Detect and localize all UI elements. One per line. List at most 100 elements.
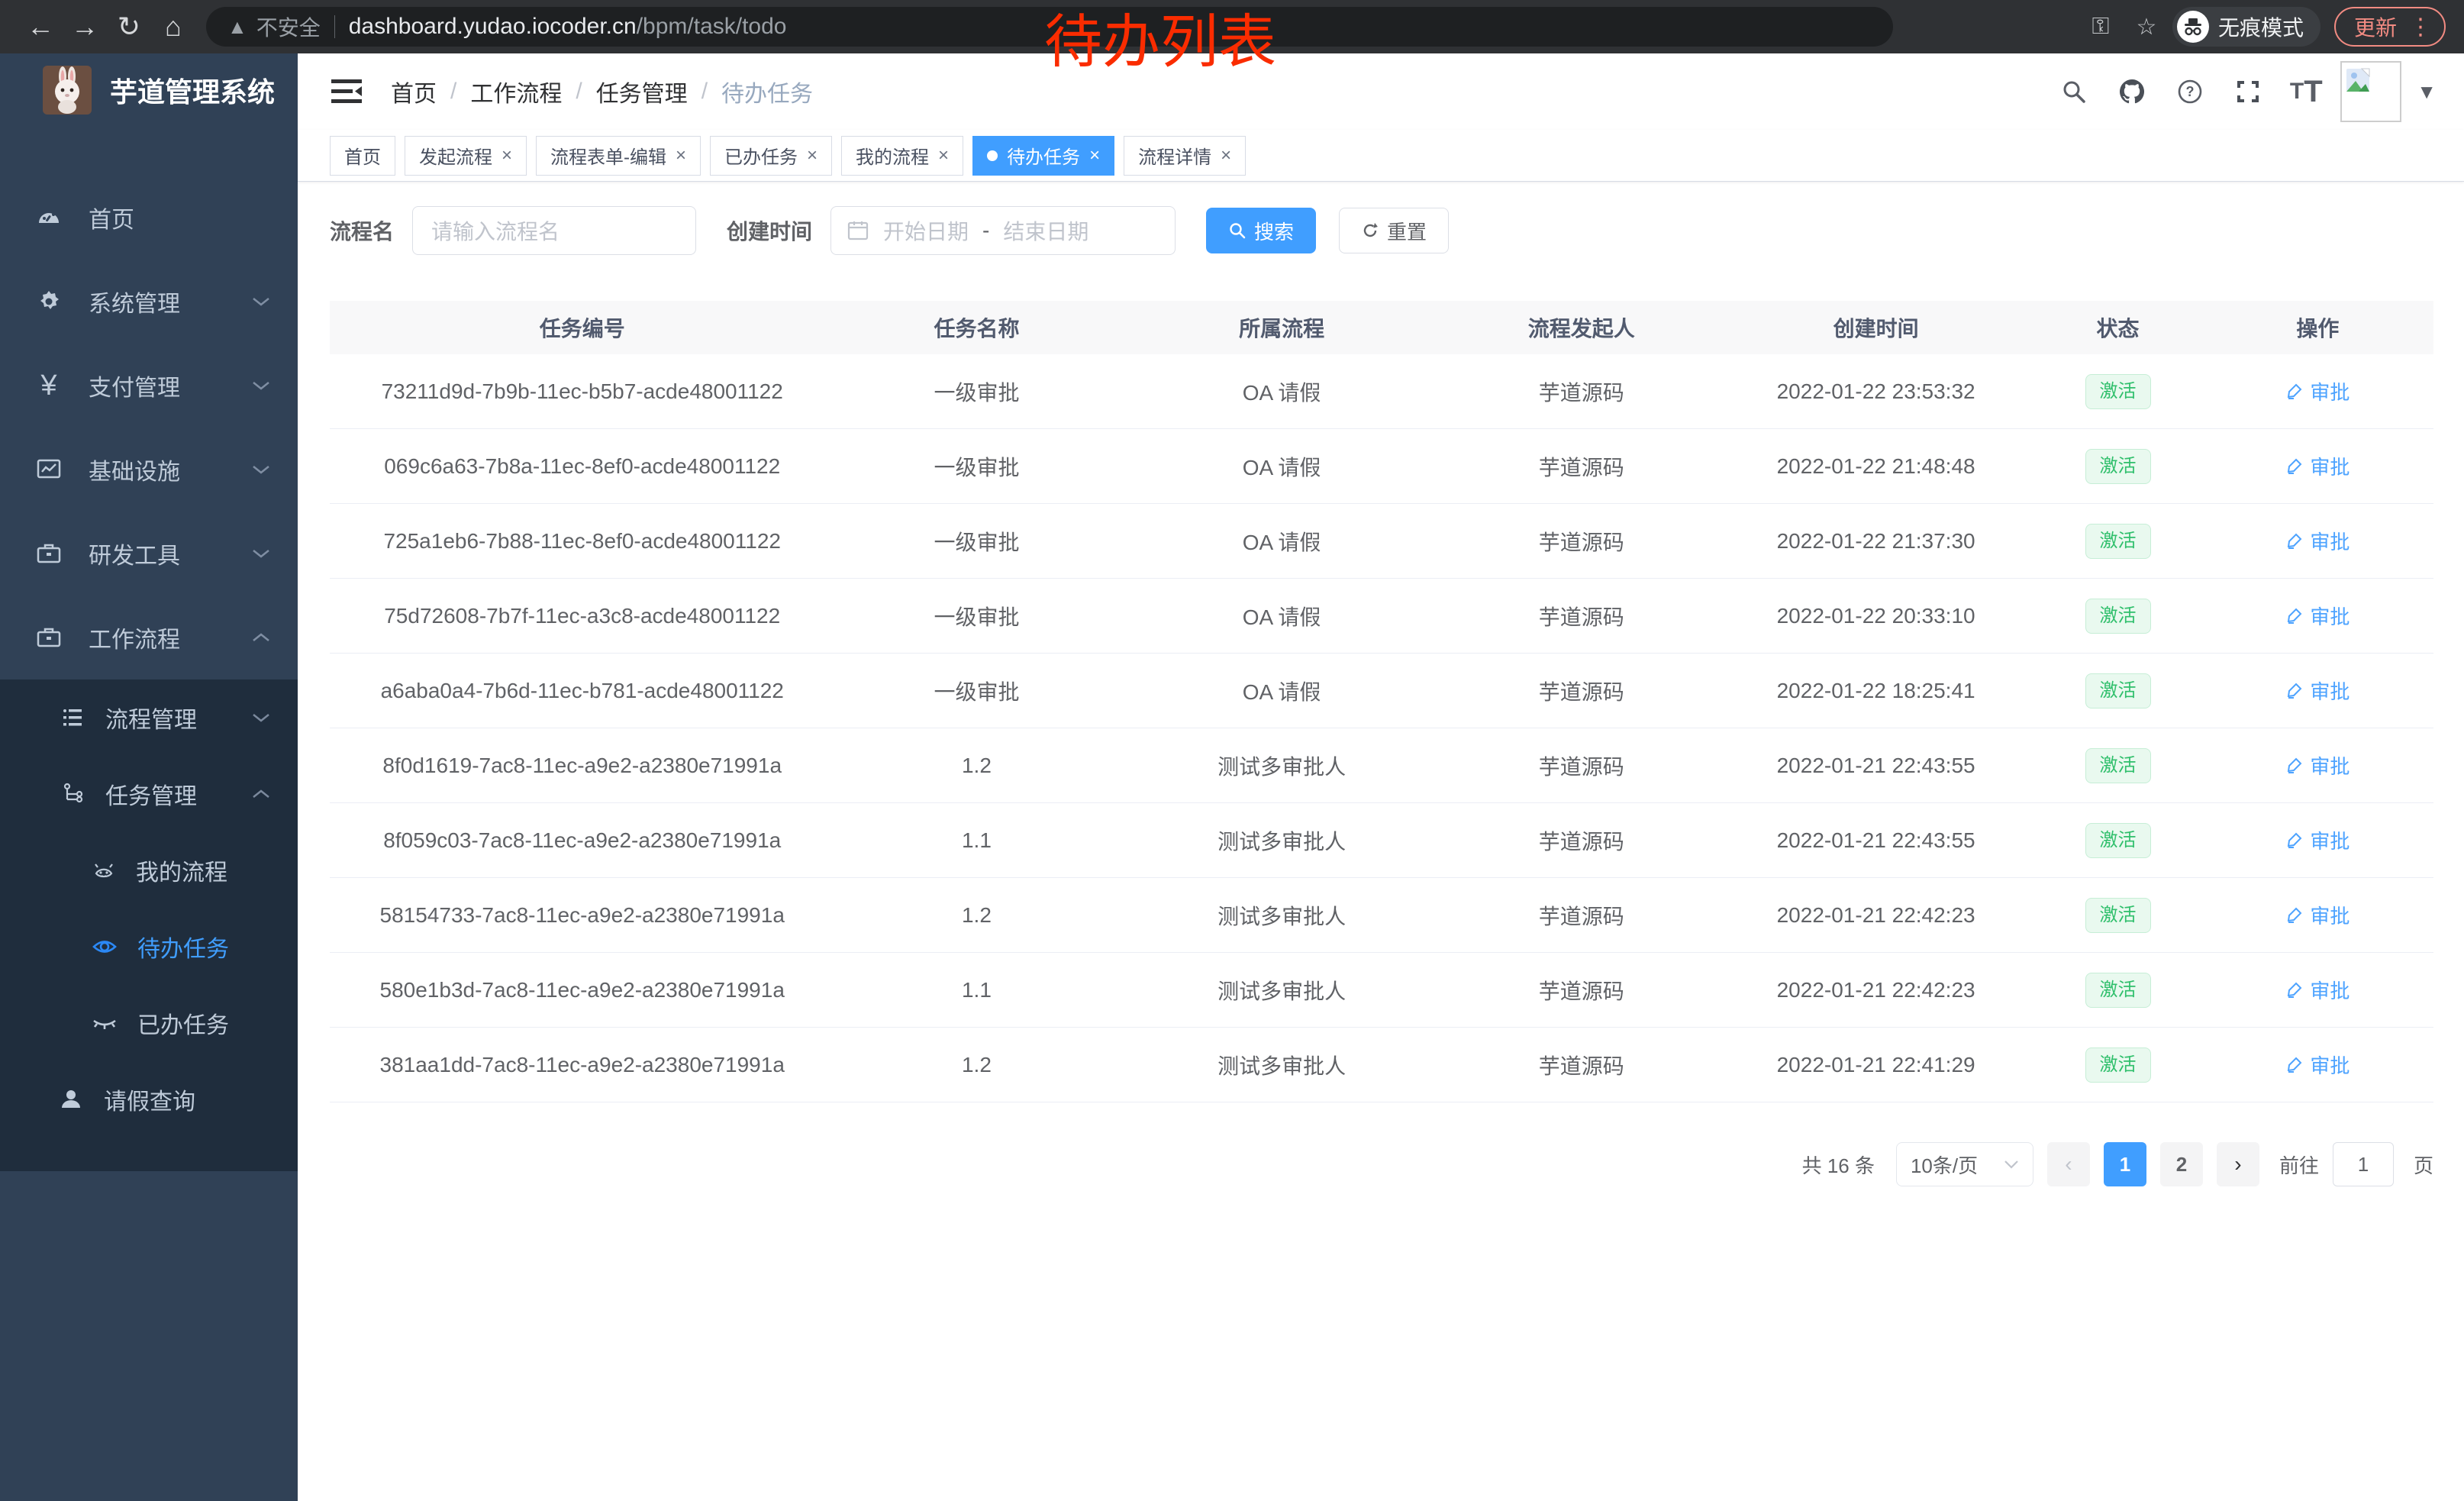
approve-link[interactable]: 审批 bbox=[2285, 901, 2350, 929]
cell-status: 激活 bbox=[2033, 898, 2201, 933]
cell-process: 测试多审批人 bbox=[1118, 975, 1444, 1006]
incognito-icon bbox=[2177, 11, 2209, 43]
tab-label: 我的流程 bbox=[856, 142, 929, 169]
approve-link[interactable]: 审批 bbox=[2285, 527, 2350, 555]
tab-close-icon[interactable]: × bbox=[807, 145, 818, 166]
sidebar-item-infrastructure[interactable]: 基础设施 bbox=[0, 428, 298, 512]
password-key-icon[interactable]: ⚿ bbox=[2081, 14, 2121, 40]
approve-link[interactable]: 审批 bbox=[2285, 751, 2350, 780]
browser-update-button[interactable]: 更新 ⋮ bbox=[2334, 7, 2446, 47]
cell-status: 激活 bbox=[2033, 524, 2201, 559]
tab-5[interactable]: 我的流程 × bbox=[841, 136, 963, 176]
edit-pen-icon bbox=[2285, 1055, 2304, 1073]
cell-process: OA 请假 bbox=[1118, 601, 1444, 631]
sidebar-item-system[interactable]: 系统管理 bbox=[0, 260, 298, 344]
breadcrumb-separator: / bbox=[450, 79, 456, 105]
url-path: /bpm/task/todo bbox=[637, 14, 787, 40]
page-button-1[interactable]: 1 bbox=[2104, 1142, 2146, 1186]
status-badge: 激活 bbox=[2085, 823, 2151, 858]
status-badge: 激活 bbox=[2085, 449, 2151, 484]
tab-close-icon[interactable]: × bbox=[1089, 145, 1100, 166]
cell-starter: 芋道源码 bbox=[1445, 750, 1718, 781]
tab-7[interactable]: 流程详情× bbox=[1124, 136, 1246, 176]
approve-link[interactable]: 审批 bbox=[2285, 452, 2350, 480]
browser-reload-icon[interactable]: ↻ bbox=[107, 5, 151, 49]
tab-close-icon[interactable]: × bbox=[1221, 145, 1231, 166]
table-row: 069c6a63-7b8a-11ec-8ef0-acde48001122一级审批… bbox=[330, 429, 2433, 504]
approve-link[interactable]: 审批 bbox=[2285, 676, 2350, 705]
prev-page-button[interactable]: ‹ bbox=[2047, 1142, 2090, 1186]
browser-back-icon[interactable]: ← bbox=[18, 5, 63, 49]
tab-close-icon[interactable]: × bbox=[676, 145, 686, 166]
process-name-input[interactable]: 请输入流程名 bbox=[412, 206, 696, 255]
browser-home-icon[interactable]: ⌂ bbox=[151, 5, 195, 49]
app-logo[interactable]: 芋道管理系统 bbox=[0, 53, 298, 127]
avatar[interactable] bbox=[2340, 61, 2401, 122]
sidebar-item-label: 待办任务 bbox=[137, 930, 229, 964]
breadcrumb-separator: / bbox=[576, 79, 582, 105]
approve-link[interactable]: 审批 bbox=[2285, 1051, 2350, 1079]
url-host: dashboard.yudao.iocoder.cn bbox=[349, 14, 637, 40]
tab-4[interactable]: 已办任务× bbox=[710, 136, 832, 176]
fullscreen-icon[interactable] bbox=[2224, 68, 2272, 115]
sidebar-item-label: 流程管理 bbox=[105, 701, 252, 734]
breadcrumb-task-management[interactable]: 任务管理 bbox=[596, 75, 688, 108]
sidebar-collapse-icon[interactable] bbox=[330, 76, 363, 107]
sidebar-item-home[interactable]: 首页 bbox=[0, 176, 298, 260]
workflow-submenu: 流程管理 任务管理 bbox=[0, 679, 298, 1171]
page-size-value: 10条/页 bbox=[1911, 1151, 1978, 1179]
user-dropdown-caret-icon[interactable]: ▼ bbox=[2417, 80, 2437, 104]
table-row: 8f0d1619-7ac8-11ec-a9e2-a2380e71991a1.2测… bbox=[330, 728, 2433, 803]
tab-6[interactable]: 待办任务× bbox=[972, 136, 1114, 176]
next-page-button[interactable]: › bbox=[2217, 1142, 2259, 1186]
github-icon[interactable] bbox=[2108, 68, 2156, 115]
date-range-picker[interactable]: 开始日期 - 结束日期 bbox=[830, 206, 1176, 255]
approve-link[interactable]: 审批 bbox=[2285, 602, 2350, 630]
help-icon[interactable]: ? bbox=[2166, 68, 2214, 115]
search-button[interactable]: 搜索 bbox=[1206, 208, 1316, 253]
tab-1[interactable]: 首页 bbox=[330, 136, 395, 176]
page-size-select[interactable]: 10条/页 bbox=[1896, 1142, 2033, 1186]
tab-close-icon[interactable]: × bbox=[502, 145, 512, 166]
col-create-time: 创建时间 bbox=[1718, 312, 2033, 343]
approve-link[interactable]: 审批 bbox=[2285, 826, 2350, 854]
sidebar-item-todo-tasks[interactable]: 待办任务 bbox=[0, 909, 298, 985]
sidebar-item-leave-query[interactable]: 请假查询 bbox=[0, 1061, 298, 1138]
sidebar-item-my-process[interactable]: 我的流程 bbox=[0, 832, 298, 909]
approve-link[interactable]: 审批 bbox=[2285, 377, 2350, 405]
status-badge: 激活 bbox=[2085, 673, 2151, 709]
font-size-icon[interactable]: TT bbox=[2282, 68, 2330, 115]
tab-3[interactable]: 流程表单-编辑× bbox=[536, 136, 701, 176]
cell-create-time: 2022-01-22 18:25:41 bbox=[1718, 679, 2033, 703]
browser-menu-dots-icon[interactable]: ⋮ bbox=[2409, 14, 2432, 40]
tab-2[interactable]: 发起流程× bbox=[405, 136, 527, 176]
browser-forward-icon[interactable]: → bbox=[63, 5, 107, 49]
sidebar-item-payment[interactable]: ¥ 支付管理 bbox=[0, 344, 298, 428]
cell-actions: 审批 bbox=[2202, 901, 2433, 930]
sidebar-item-process-management[interactable]: 流程管理 bbox=[0, 679, 298, 756]
sidebar-item-done-tasks[interactable]: 已办任务 bbox=[0, 985, 298, 1061]
reset-button[interactable]: 重置 bbox=[1339, 208, 1449, 253]
sidebar-item-task-management[interactable]: 任务管理 bbox=[0, 756, 298, 832]
goto-page-input[interactable]: 1 bbox=[2333, 1142, 2394, 1186]
cell-task-name: 1.1 bbox=[834, 978, 1118, 1002]
tab-close-icon[interactable]: × bbox=[938, 145, 949, 166]
cell-task-id: 381aa1dd-7ac8-11ec-a9e2-a2380e71991a bbox=[330, 1053, 834, 1077]
refresh-icon bbox=[1361, 221, 1379, 240]
breadcrumb-workflow[interactable]: 工作流程 bbox=[470, 75, 562, 108]
eye-closed-icon bbox=[92, 1010, 118, 1036]
sidebar-item-dev-tools[interactable]: 研发工具 bbox=[0, 512, 298, 596]
breadcrumb-home[interactable]: 首页 bbox=[391, 75, 437, 108]
approve-link[interactable]: 审批 bbox=[2285, 976, 2350, 1004]
tasks-table: 任务编号 任务名称 所属流程 流程发起人 创建时间 状态 操作 73211d9d… bbox=[330, 301, 2433, 1102]
bookmark-star-icon[interactable]: ☆ bbox=[2127, 14, 2166, 40]
search-icon[interactable] bbox=[2050, 68, 2098, 115]
page-button-2[interactable]: 2 bbox=[2160, 1142, 2203, 1186]
not-secure-label[interactable]: 不安全 bbox=[256, 11, 321, 42]
edit-pen-icon bbox=[2285, 756, 2304, 774]
sidebar-item-workflow[interactable]: 工作流程 bbox=[0, 596, 298, 679]
cell-create-time: 2022-01-21 22:43:55 bbox=[1718, 828, 2033, 853]
calendar-icon bbox=[847, 219, 869, 242]
cell-starter: 芋道源码 bbox=[1445, 1050, 1718, 1080]
sidebar-item-label: 请假查询 bbox=[104, 1083, 195, 1116]
